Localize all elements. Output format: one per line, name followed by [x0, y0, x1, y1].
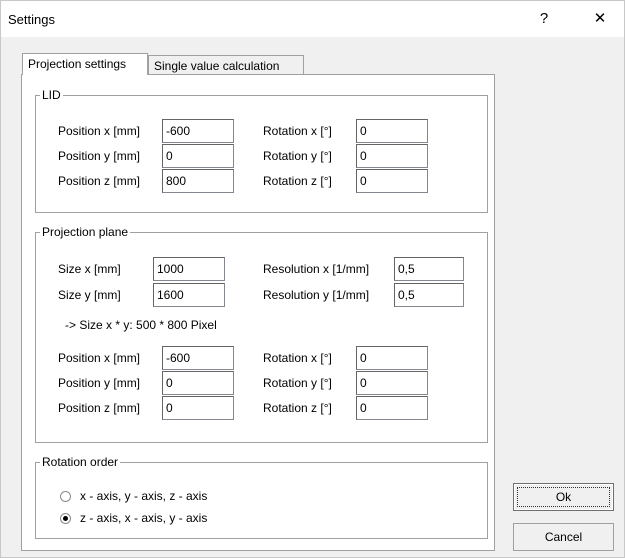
resolution-x-label: Resolution x [1/mm]: [263, 262, 370, 276]
plane-rotation-y-label: Rotation y [°]: [263, 376, 332, 390]
lid-rotation-z-input[interactable]: [356, 169, 428, 193]
rotation-order-option-label: x - axis, y - axis, z - axis: [80, 489, 208, 503]
rotation-order-group: Rotation order x - axis, y - axis, z - a…: [35, 455, 488, 539]
plane-rotation-z-label: Rotation z [°]: [263, 401, 332, 415]
size-x-label: Size x [mm]: [58, 262, 121, 276]
tab-label: Single value calculation: [154, 59, 280, 73]
plane-rotation-x-label: Rotation x [°]: [263, 351, 332, 365]
lid-rotation-z-label: Rotation z [°]: [263, 174, 332, 188]
resolution-y-label: Resolution y [1/mm]: [263, 288, 370, 302]
plane-position-y-label: Position y [mm]: [58, 376, 141, 390]
projection-settings-page: LID Position x [mm] Rotation x [°] Posit…: [21, 74, 495, 551]
tab-label: Projection settings: [28, 57, 127, 71]
plane-position-x-label: Position x [mm]: [58, 351, 141, 365]
settings-dialog: Settings ? ✕ Projection settings Single …: [0, 0, 625, 558]
window-title: Settings: [8, 12, 55, 27]
radio-button[interactable]: [60, 491, 71, 502]
lid-position-x-label: Position x [mm]: [58, 124, 141, 138]
tab-projection-settings[interactable]: Projection settings: [22, 53, 148, 75]
lid-group-title: LID: [40, 88, 63, 102]
lid-position-y-label: Position y [mm]: [58, 149, 141, 163]
plane-position-z-input[interactable]: [162, 396, 234, 420]
rotation-order-option-xyz[interactable]: x - axis, y - axis, z - axis: [60, 489, 280, 505]
plane-rotation-x-input[interactable]: [356, 346, 428, 370]
plane-rotation-z-input[interactable]: [356, 396, 428, 420]
plane-rotation-y-input[interactable]: [356, 371, 428, 395]
lid-rotation-y-label: Rotation y [°]: [263, 149, 332, 163]
tab-single-value-calculation[interactable]: Single value calculation: [148, 55, 304, 75]
rotation-order-group-title: Rotation order: [40, 455, 121, 469]
help-button[interactable]: ?: [529, 5, 559, 33]
title-bar: Settings ? ✕: [1, 1, 624, 37]
resolution-y-input[interactable]: [394, 283, 464, 307]
pixel-size-info: -> Size x * y: 500 * 800 Pixel: [65, 318, 217, 332]
lid-group: LID Position x [mm] Rotation x [°] Posit…: [35, 88, 488, 213]
rotation-order-option-zxy[interactable]: z - axis, x - axis, y - axis: [60, 511, 280, 527]
plane-position-z-label: Position z [mm]: [58, 401, 141, 415]
size-x-input[interactable]: [153, 257, 225, 281]
lid-rotation-x-label: Rotation x [°]: [263, 124, 332, 138]
lid-rotation-y-input[interactable]: [356, 144, 428, 168]
projection-plane-group: Projection plane Size x [mm] Resolution …: [35, 225, 488, 443]
lid-rotation-x-input[interactable]: [356, 119, 428, 143]
lid-position-z-label: Position z [mm]: [58, 174, 141, 188]
size-y-label: Size y [mm]: [58, 288, 121, 302]
ok-button[interactable]: Ok: [513, 483, 614, 511]
projection-plane-group-title: Projection plane: [40, 225, 131, 239]
cancel-button-label: Cancel: [544, 530, 583, 544]
lid-position-x-input[interactable]: [162, 119, 234, 143]
close-icon[interactable]: ✕: [585, 5, 615, 33]
plane-position-y-input[interactable]: [162, 371, 234, 395]
resolution-x-input[interactable]: [394, 257, 464, 281]
cancel-button[interactable]: Cancel: [513, 523, 614, 551]
size-y-input[interactable]: [153, 283, 225, 307]
focus-rect: [517, 487, 610, 507]
rotation-order-option-label: z - axis, x - axis, y - axis: [80, 511, 208, 525]
plane-position-x-input[interactable]: [162, 346, 234, 370]
radio-button[interactable]: [60, 513, 71, 524]
lid-position-z-input[interactable]: [162, 169, 234, 193]
lid-position-y-input[interactable]: [162, 144, 234, 168]
